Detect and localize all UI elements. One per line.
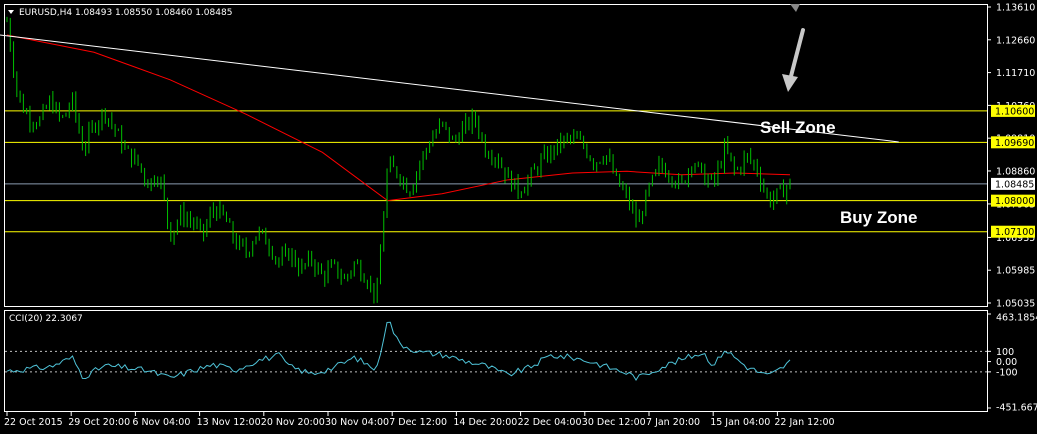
symbol-header: EURUSD,H4 1.08493 1.08550 1.08460 1.0848… bbox=[19, 8, 232, 18]
price-tick-label: 1.08860 bbox=[996, 166, 1035, 177]
moving-average-line bbox=[6, 34, 791, 202]
cci-tick-label: 463.1854 bbox=[996, 313, 1037, 324]
time-tick-label: 13 Nov 12:00 bbox=[197, 417, 261, 428]
level-tag-label: 1.08000 bbox=[995, 196, 1034, 207]
candles-layer bbox=[6, 16, 791, 304]
indicator-frame bbox=[4, 310, 988, 412]
price-tick-label: 1.12660 bbox=[996, 35, 1035, 46]
time-tick-label: 29 Oct 20:00 bbox=[68, 417, 130, 428]
time-tick-label: 7 Dec 12:00 bbox=[389, 417, 447, 428]
level-tag-label: 1.08485 bbox=[995, 179, 1034, 190]
cci-axis: 463.18541000.00-100-451.6679 bbox=[987, 313, 1037, 414]
time-tick-label: 30 Nov 04:00 bbox=[325, 417, 389, 428]
time-axis: 22 Oct 2015 29 Oct 20:00 6 Nov 04:00 13 Nov… bbox=[4, 411, 835, 428]
down-arrow-icon bbox=[782, 4, 805, 92]
cci-tick-label: -100 bbox=[996, 367, 1018, 378]
time-tick-label: 30 Dec 12:00 bbox=[582, 417, 646, 428]
time-tick-label: 15 Jan 04:00 bbox=[710, 417, 770, 428]
time-tick-label: 22 Jan 12:00 bbox=[774, 417, 834, 428]
chart-canvas: 1.136101.126601.117101.107601.098101.088… bbox=[0, 3, 1037, 428]
sell-zone-label: Sell Zone bbox=[760, 118, 836, 137]
time-tick-label: 22 Oct 2015 bbox=[4, 417, 63, 428]
time-tick-label: 14 Dec 20:00 bbox=[453, 417, 517, 428]
price-axis: 1.136101.126601.117101.107601.098101.088… bbox=[987, 3, 1035, 310]
price-tick-label: 1.05035 bbox=[996, 299, 1035, 310]
level-tag-label: 1.10600 bbox=[995, 106, 1034, 117]
price-tick-label: 1.05985 bbox=[996, 266, 1035, 277]
chart-menu-arrow-icon[interactable] bbox=[8, 10, 14, 14]
main-chart-frame bbox=[4, 4, 988, 307]
cci-line bbox=[6, 321, 791, 381]
cci-header: CCI(20) 22.3067 bbox=[9, 314, 83, 324]
level-tag-label: 1.09690 bbox=[995, 138, 1034, 149]
price-tick-label: 1.13610 bbox=[996, 3, 1035, 14]
buy-zone-label: Buy Zone bbox=[840, 208, 917, 227]
moving-average-layer bbox=[6, 34, 791, 202]
level-tag-label: 1.07100 bbox=[995, 227, 1034, 238]
cci-layer bbox=[5, 321, 987, 381]
price-tick-label: 1.11710 bbox=[996, 68, 1035, 79]
time-tick-label: 7 Jan 20:00 bbox=[646, 417, 700, 428]
time-tick-label: 6 Nov 04:00 bbox=[132, 417, 190, 428]
time-tick-label: 22 Dec 04:00 bbox=[518, 417, 582, 428]
cci-tick-label: -451.6679 bbox=[996, 403, 1037, 414]
time-tick-label: 20 Nov 20:00 bbox=[261, 417, 325, 428]
